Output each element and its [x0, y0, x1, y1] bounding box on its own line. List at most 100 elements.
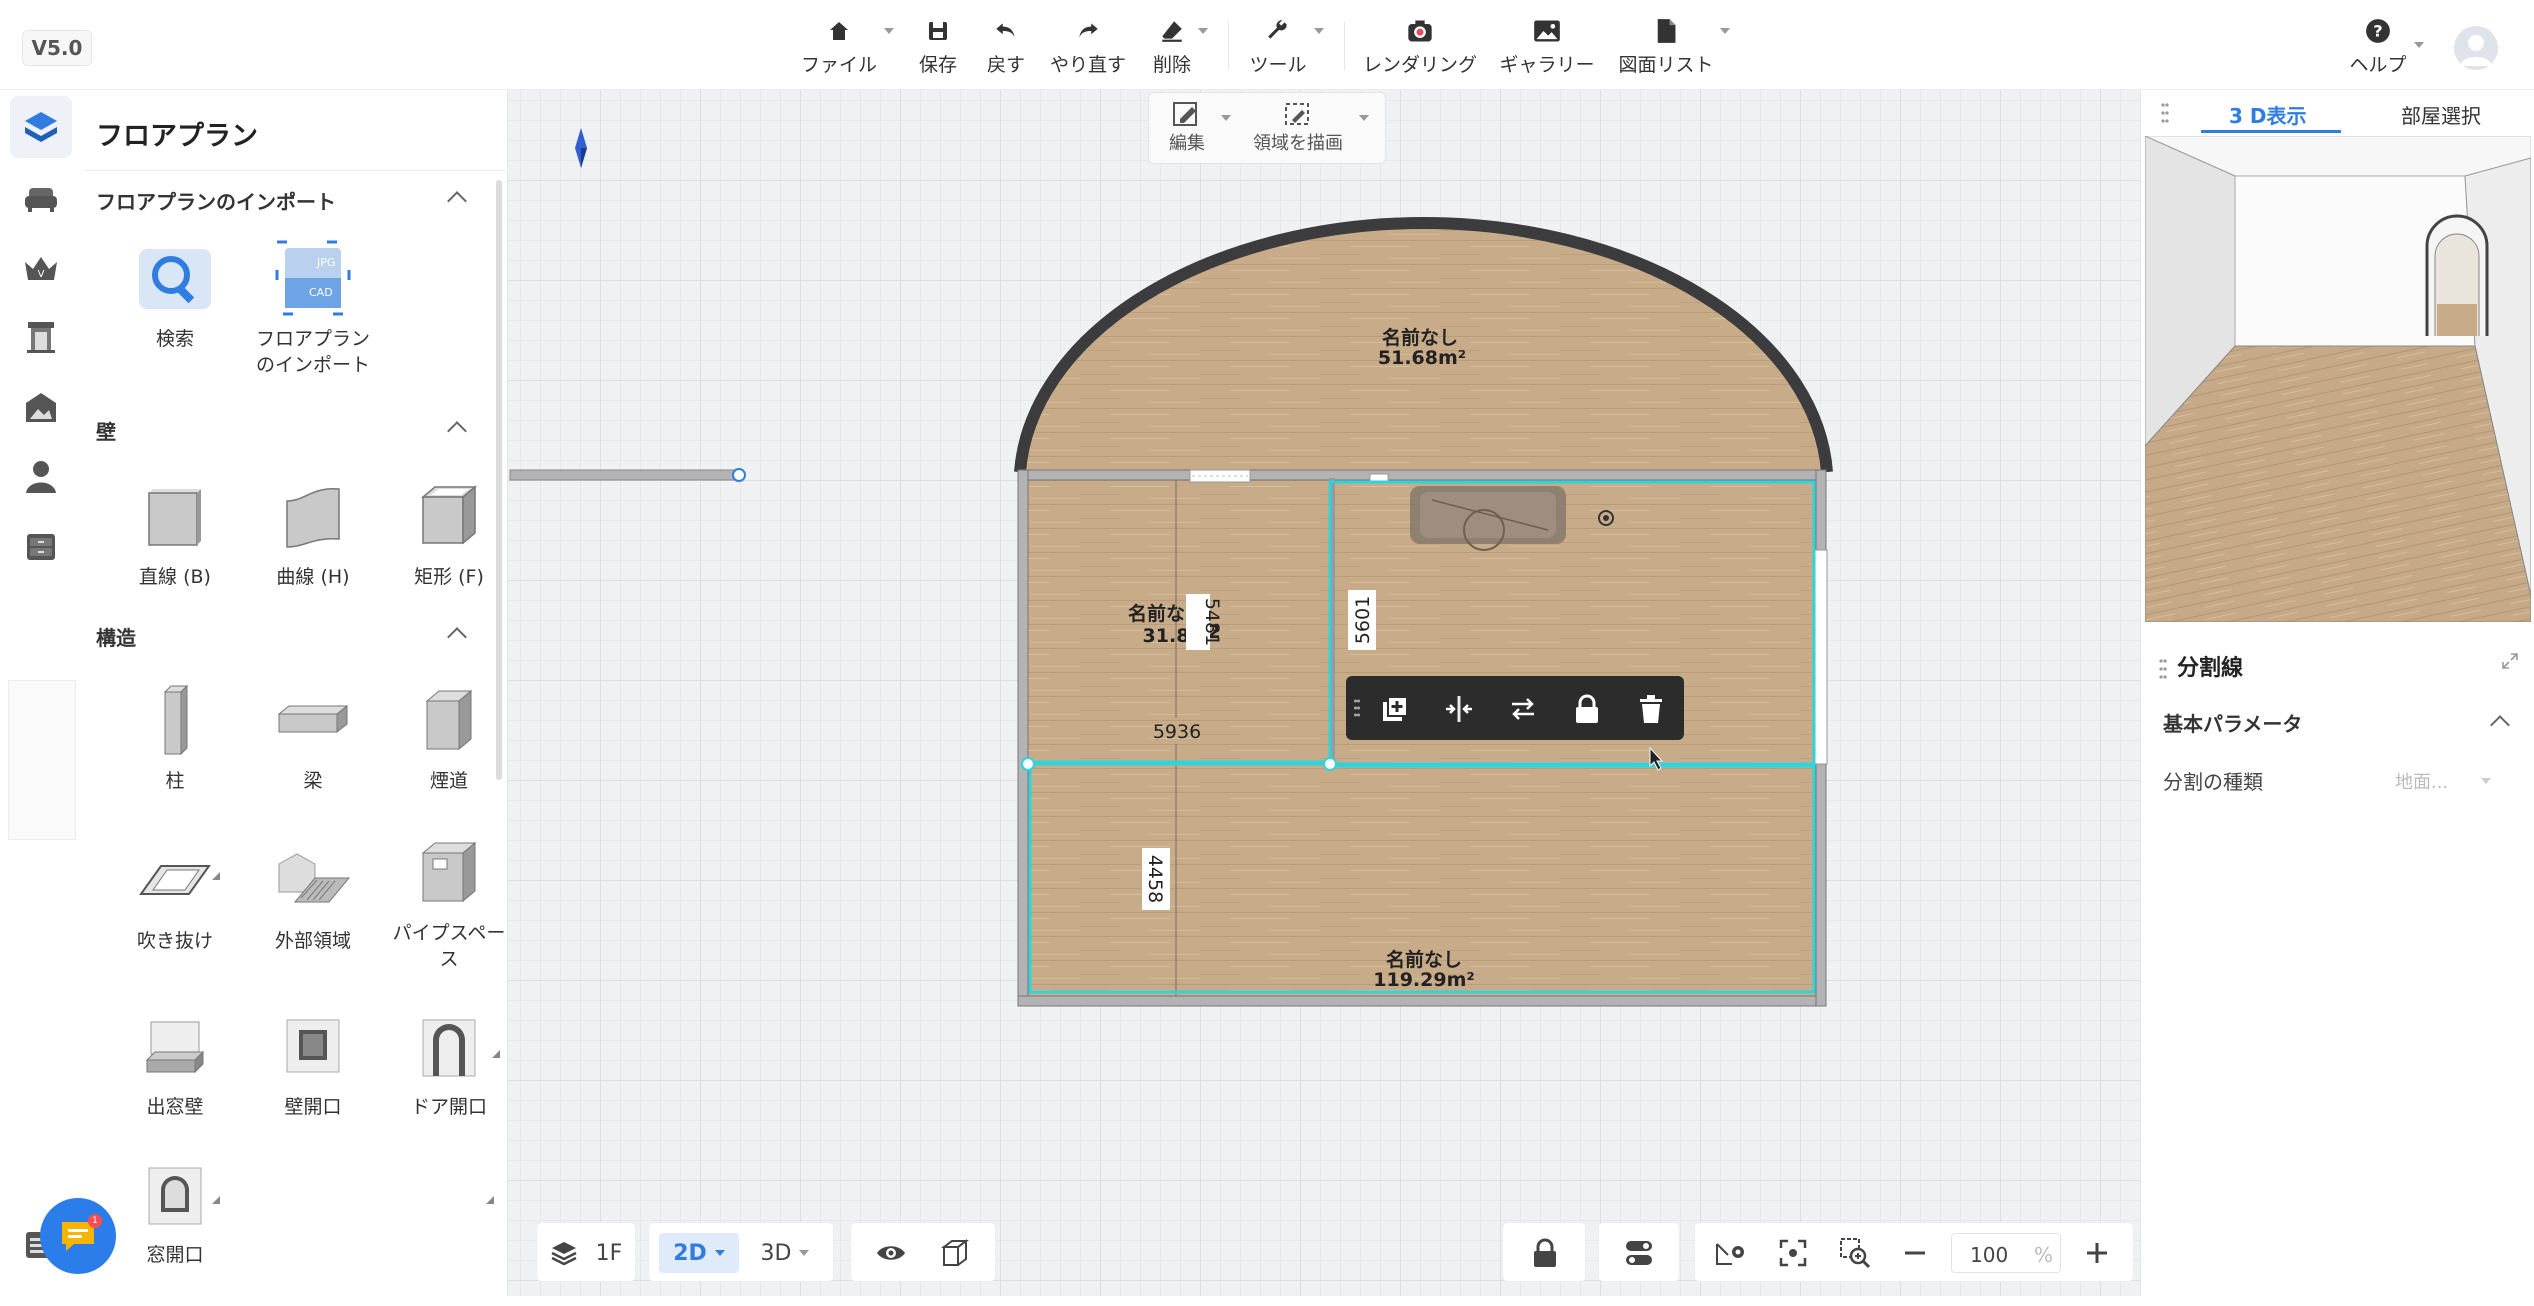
door-icon	[27, 322, 55, 353]
gallery-button[interactable]: ギャラリー	[1499, 16, 1595, 80]
delete-selection-button[interactable]	[1634, 692, 1668, 726]
tab-room-select[interactable]: 部屋選択	[2401, 100, 2481, 129]
exterior-area-item[interactable]: 外部領域	[248, 842, 378, 954]
door-window-category-button[interactable]	[10, 306, 72, 368]
zoom-area-button[interactable]	[1835, 1233, 1875, 1273]
panel-scrollbar[interactable]	[496, 180, 502, 780]
zoom-input[interactable]: 100 %	[1951, 1233, 2061, 1273]
draw-area-button[interactable]: 領域を描画	[1253, 101, 1343, 155]
detached-wall[interactable]	[509, 468, 746, 482]
save-button[interactable]: 保存	[916, 16, 960, 80]
pipe-space-item[interactable]: パイプスペース	[384, 834, 514, 1058]
dimension-4458[interactable]: 4458	[1142, 848, 1170, 910]
lock-view-button[interactable]	[1525, 1233, 1565, 1273]
expand-icon[interactable]	[2501, 652, 2519, 670]
zoom-in-button[interactable]	[2077, 1233, 2117, 1273]
fit-view-button[interactable]	[1773, 1233, 1813, 1273]
toggle-bar	[1598, 1222, 1680, 1282]
beam-icon	[275, 682, 351, 758]
3d-box-button[interactable]	[935, 1233, 975, 1273]
sofa-icon	[25, 188, 57, 212]
flue-item[interactable]: 煙道	[384, 682, 514, 794]
visibility-button[interactable]	[871, 1233, 911, 1273]
drag-handle-icon[interactable]	[1354, 698, 1360, 718]
undo-button[interactable]: 戻す	[984, 16, 1028, 80]
view-settings-button[interactable]	[1711, 1233, 1751, 1273]
split-type-select[interactable]: 地面...	[2395, 768, 2448, 794]
premium-category-button[interactable]: V	[10, 238, 72, 300]
delete-button[interactable]: 削除	[1150, 16, 1194, 80]
rect-wall-item[interactable]: 矩形 (F)	[384, 478, 514, 590]
edit-button[interactable]: 編集	[1169, 101, 1205, 155]
split-button[interactable]	[1442, 692, 1476, 726]
beam-item[interactable]: 梁	[248, 682, 378, 794]
rect-wall-icon	[411, 478, 487, 554]
item-label: 外部領域	[274, 930, 351, 952]
window-opening-item[interactable]: 窓開口	[110, 1156, 240, 1268]
curved-wall-item[interactable]: 曲線 (H)	[248, 478, 378, 590]
tools-menu-button[interactable]: ツール	[1248, 16, 1308, 80]
help-button[interactable]: ? ヘルプ	[2350, 16, 2407, 80]
sofa-furniture[interactable]	[1410, 486, 1566, 551]
divider	[1344, 22, 1345, 70]
view-3d-button[interactable]: 3D	[749, 1233, 821, 1273]
chevron-up-icon[interactable]	[447, 191, 467, 211]
floorplan-drawing[interactable]: 名前なし 51.68m² 名前なし 31.8 2 名前なし 119.29m² 5…	[508, 90, 2140, 1296]
layers-icon	[549, 1233, 579, 1273]
tab-3d-view[interactable]: 3 D表示	[2229, 100, 2306, 129]
user-avatar[interactable]	[2454, 26, 2498, 70]
wrench-icon	[1263, 16, 1293, 46]
dimension-5936[interactable]: 5936	[1146, 718, 1208, 744]
settings-toggle-button[interactable]	[1619, 1233, 1659, 1273]
furniture-category-button[interactable]	[10, 168, 72, 230]
dimension-5481[interactable]: 5481	[1186, 594, 1223, 650]
view-2d-label: 2D	[673, 1240, 707, 1266]
help-icon: ?	[2363, 16, 2393, 46]
view-2d-button[interactable]: 2D	[659, 1233, 739, 1273]
straight-wall-item[interactable]: 直線 (B)	[110, 478, 240, 590]
drawing-list-button[interactable]: 図面リスト	[1618, 16, 1714, 80]
import-floorplan-item[interactable]: JPG CAD フロアプラン のインポート	[248, 240, 378, 378]
file-menu-button[interactable]: ファイル	[800, 16, 878, 80]
3d-preview[interactable]	[2145, 136, 2531, 622]
landscape-icon	[26, 393, 56, 422]
import-thumb-cad: CAD	[309, 286, 333, 299]
search-floorplan-item[interactable]: 検索	[110, 240, 240, 352]
item-label: 出窓壁	[146, 1096, 204, 1118]
door-opening-item[interactable]: ドア開口	[384, 1008, 514, 1204]
people-category-button[interactable]	[10, 446, 72, 508]
add-area-button[interactable]	[1378, 692, 1412, 726]
swap-button[interactable]	[1506, 692, 1540, 726]
floor-selector[interactable]: 1F	[536, 1222, 636, 1282]
drawing-list-label: 図面リスト	[1618, 54, 1714, 76]
void-item[interactable]: 吹き抜け	[110, 842, 240, 954]
lock-button[interactable]	[1570, 692, 1604, 726]
item-label: フロアプラン のインポート	[255, 328, 370, 376]
chevron-down-icon	[1720, 28, 1730, 34]
column-item[interactable]: 柱	[110, 682, 240, 880]
redo-label: やり直す	[1049, 54, 1126, 76]
chat-support-button[interactable]: 1	[40, 1198, 116, 1274]
redo-button[interactable]: やり直す	[1048, 16, 1128, 80]
cabinet-category-button[interactable]	[10, 516, 72, 578]
exterior-category-button[interactable]	[10, 376, 72, 438]
image-icon	[1532, 16, 1562, 46]
dimension-5601[interactable]: 5601	[1348, 590, 1376, 650]
file-label: ファイル	[800, 54, 877, 76]
split-icon	[1446, 696, 1472, 722]
zoom-value: 100	[1970, 1243, 2009, 1267]
floorplan-category-button[interactable]	[10, 96, 72, 158]
chevron-up-icon[interactable]	[2490, 715, 2510, 735]
drag-handle-icon[interactable]	[2161, 102, 2169, 124]
drag-handle-icon[interactable]	[2159, 658, 2167, 680]
render-button[interactable]: レンダリング	[1363, 16, 1477, 80]
item-label: 直線 (B)	[139, 566, 211, 588]
bay-window-wall-item[interactable]: 出窓壁	[110, 1008, 240, 1204]
zoom-out-button[interactable]	[1895, 1233, 1935, 1273]
zoom-bar: 100 %	[1694, 1222, 2134, 1282]
gallery-label: ギャラリー	[1499, 54, 1595, 76]
chevron-up-icon[interactable]	[447, 627, 467, 647]
chevron-up-icon[interactable]	[447, 421, 467, 441]
floorplan-canvas[interactable]: 名前なし 51.68m² 名前なし 31.8 2 名前なし 119.29m² 5…	[508, 90, 2140, 1296]
wall-opening-item[interactable]: 壁開口	[248, 1008, 378, 1120]
